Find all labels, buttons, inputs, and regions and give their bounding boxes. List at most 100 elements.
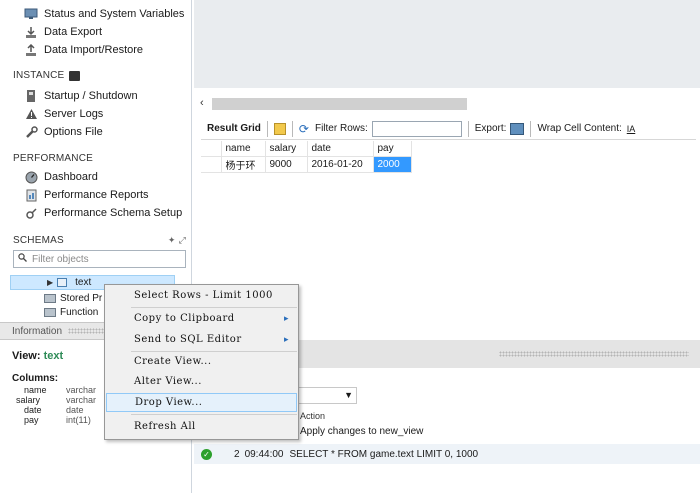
nav-dashboard[interactable]: Dashboard xyxy=(24,168,98,186)
folder-icon xyxy=(44,308,56,317)
column-header[interactable]: date xyxy=(307,141,374,157)
menu-item-label: Send to SQL Editor xyxy=(134,334,242,345)
menu-item-label: Refresh All xyxy=(134,421,196,432)
nav-label: Performance Reports xyxy=(44,189,149,201)
column-info-row: date date xyxy=(24,405,84,415)
sql-editor-area[interactable] xyxy=(194,0,700,88)
schemas-actions: ✦ ⤢ xyxy=(168,235,186,246)
nav-label: Data Import/Restore xyxy=(44,44,144,56)
tree-item-stored-procedures[interactable]: Stored Pr xyxy=(44,291,102,306)
wrap-cell-icon[interactable]: IA xyxy=(627,124,636,134)
nav-performance-reports[interactable]: Performance Reports xyxy=(24,186,149,204)
grid-view-icon[interactable] xyxy=(273,122,286,135)
column-name: salary xyxy=(16,395,41,405)
submenu-arrow-icon: ▸ xyxy=(283,334,289,345)
expand-arrow-icon[interactable]: ▶ xyxy=(47,278,53,287)
section-title: INSTANCE xyxy=(13,70,65,81)
nav-label: Data Export xyxy=(44,26,103,38)
information-tab-label: Information xyxy=(12,325,63,337)
warning-icon xyxy=(24,107,38,121)
nav-label: Options File xyxy=(44,126,103,138)
view-info: View: text xyxy=(12,350,63,362)
nav-label: Startup / Shutdown xyxy=(44,90,138,102)
export-icon[interactable] xyxy=(510,122,525,135)
grid-cell[interactable]: 2016-01-20 xyxy=(307,156,374,173)
scroll-left-icon[interactable]: ‹ xyxy=(200,97,204,109)
column-info-row: pay int(11) xyxy=(24,415,91,425)
nav-label: Performance Schema Setup xyxy=(44,207,183,219)
power-icon xyxy=(24,89,38,103)
menu-item-drop-view[interactable]: Drop View... xyxy=(106,393,297,412)
separator xyxy=(530,120,532,137)
row-header-corner xyxy=(201,141,222,157)
output-row-action: SELECT * FROM game.text LIMIT 0, 1000 xyxy=(289,448,479,460)
scroll-thumb[interactable] xyxy=(212,98,467,110)
menu-item-copy-to-clipboard[interactable]: Copy to Clipboard ▸ xyxy=(106,309,297,328)
column-type: varchar xyxy=(66,395,97,405)
action-column-header: Action xyxy=(300,411,326,421)
column-header[interactable]: pay xyxy=(373,141,412,157)
submenu-arrow-icon: ▸ xyxy=(283,313,289,324)
menu-item-alter-view[interactable]: Alter View... xyxy=(106,372,297,391)
refresh-icon[interactable]: ✦ xyxy=(168,235,176,246)
tree-item-functions[interactable]: Function xyxy=(44,305,98,320)
nav-data-import[interactable]: Data Import/Restore xyxy=(24,41,143,59)
expand-icon[interactable]: ⤢ xyxy=(179,235,186,246)
column-header[interactable]: salary xyxy=(265,141,308,157)
nav-label: Dashboard xyxy=(44,171,98,183)
column-name: date xyxy=(24,405,42,415)
refresh-rows-icon[interactable]: ⟳ xyxy=(299,122,309,136)
menu-item-send-to-sql-editor[interactable]: Send to SQL Editor ▸ xyxy=(106,330,297,349)
row-header[interactable] xyxy=(201,156,222,173)
menu-item-label: Copy to Clipboard xyxy=(134,313,235,324)
menu-item-create-view[interactable]: Create View... xyxy=(106,352,297,371)
result-grid-tab[interactable]: Result Grid xyxy=(207,123,261,134)
output-type-select[interactable]: ▼ xyxy=(297,387,357,404)
nav-options-file[interactable]: Options File xyxy=(24,123,103,141)
column-name: pay xyxy=(24,415,39,425)
section-title: PERFORMANCE xyxy=(13,153,93,164)
instance-section-header: INSTANCE xyxy=(13,70,81,81)
column-header[interactable]: name xyxy=(221,141,266,157)
report-icon xyxy=(24,188,38,202)
success-icon: ✓ xyxy=(201,448,212,460)
menu-separator xyxy=(131,414,297,415)
nav-label: Server Logs xyxy=(44,108,104,120)
nav-performance-schema-setup[interactable]: Performance Schema Setup xyxy=(24,204,182,222)
nav-data-export[interactable]: Data Export xyxy=(24,23,102,41)
column-type: date xyxy=(66,405,84,415)
filter-objects-input[interactable]: Filter objects xyxy=(13,250,186,268)
wrench-icon xyxy=(24,125,38,139)
output-row[interactable]: ✓ 2 09:44:00 SELECT * FROM game.text LIM… xyxy=(194,444,700,464)
menu-item-refresh-all[interactable]: Refresh All xyxy=(106,417,297,436)
instance-icon xyxy=(69,70,81,81)
tree-item-label: text xyxy=(75,277,92,288)
menu-item-select-rows[interactable]: Select Rows - Limit 1000 xyxy=(106,286,297,305)
monitor-icon xyxy=(24,7,38,21)
nav-label: Status and System Variables xyxy=(44,8,185,20)
drag-handle[interactable] xyxy=(499,351,689,357)
workbench-window: Status and System Variables Data Export … xyxy=(0,0,700,493)
grid-header-row: name salary date pay xyxy=(201,141,412,157)
grid-cell[interactable]: 9000 xyxy=(265,156,308,173)
chevron-down-icon: ▼ xyxy=(344,390,353,400)
nav-status-variables[interactable]: Status and System Variables xyxy=(24,5,184,23)
import-icon xyxy=(24,43,38,57)
table-row: 杨于环 9000 2016-01-20 2000 xyxy=(201,156,412,173)
separator xyxy=(291,120,293,137)
grid-cell-selected[interactable]: 2000 xyxy=(373,156,412,173)
menu-item-label: Alter View... xyxy=(134,376,202,387)
column-type: varchar xyxy=(66,385,97,395)
folder-icon xyxy=(44,294,56,303)
export-label: Export: xyxy=(474,123,507,134)
filter-rows-label: Filter Rows: xyxy=(314,123,368,134)
output-row-number: 2 xyxy=(234,448,240,460)
column-type: int(11) xyxy=(66,415,91,425)
filter-rows-input[interactable] xyxy=(371,120,462,137)
nav-server-logs[interactable]: Server Logs xyxy=(24,105,103,123)
menu-item-label: Drop View... xyxy=(135,397,203,408)
grid-cell[interactable]: 杨于环 xyxy=(221,156,266,173)
tree-item-label: Stored Pr xyxy=(60,293,103,304)
nav-startup-shutdown[interactable]: Startup / Shutdown xyxy=(24,87,138,105)
horizontal-scrollbar[interactable]: ‹ xyxy=(197,97,690,111)
